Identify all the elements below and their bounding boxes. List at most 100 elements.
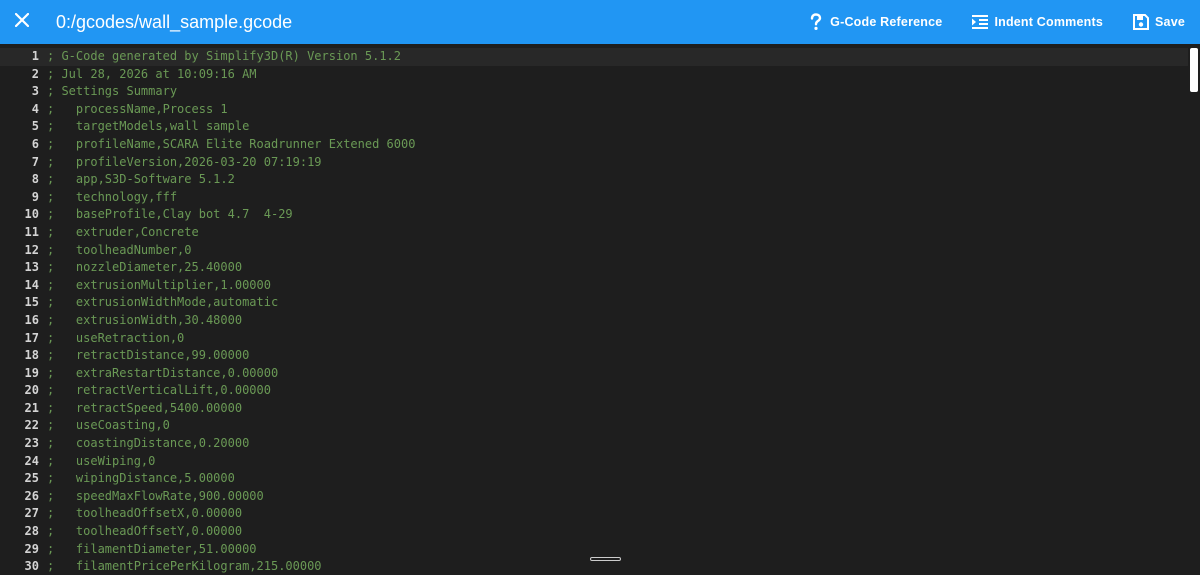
line-number: 3 (31, 84, 39, 99)
editor-toolbar: 0:/gcodes/wall_sample.gcode G-Code Refer… (0, 0, 1200, 44)
line-number: 30 (24, 559, 39, 574)
line-text: ; Settings Summary (47, 84, 178, 99)
code-line[interactable]: 27 ; toolheadOffsetX,0.00000 (0, 505, 1188, 523)
line-text: ; extrusionMultiplier,1.00000 (47, 277, 271, 292)
help-icon (806, 12, 826, 32)
line-number: 14 (24, 277, 39, 292)
line-number: 24 (24, 453, 39, 468)
code-line[interactable]: 13 ; nozzleDiameter,25.40000 (0, 259, 1188, 277)
line-number: 11 (24, 224, 39, 239)
line-text: ; toolheadNumber,0 (47, 242, 192, 257)
indent-comments-button[interactable]: Indent Comments (962, 0, 1111, 44)
line-text: ; extraRestartDistance,0.00000 (47, 365, 279, 380)
code-line[interactable]: 4 ; processName,Process 1 (0, 101, 1188, 119)
save-button[interactable]: Save (1123, 0, 1193, 44)
code-line[interactable]: 14 ; extrusionMultiplier,1.00000 (0, 277, 1188, 295)
code-line[interactable]: 6 ; profileName,SCARA Elite Roadrunner Ex… (0, 136, 1188, 154)
code-line[interactable]: 15 ; extrusionWidthMode,automatic (0, 294, 1188, 312)
line-text: ; coastingDistance,0.20000 (47, 436, 250, 451)
code-editor[interactable]: 1 ; G-Code generated by Simplify3D(R) Ver… (0, 44, 1200, 575)
code-line[interactable]: 22 ; useCoasting,0 (0, 417, 1188, 435)
line-number: 22 (24, 418, 39, 433)
code-line[interactable]: 1 ; G-Code generated by Simplify3D(R) Ver… (0, 48, 1188, 66)
line-number: 7 (31, 154, 39, 169)
toolbar-actions: G-Code Reference Indent Comments Save (798, 0, 1200, 44)
line-number: 26 (24, 488, 39, 503)
code-line[interactable]: 25 ; wipingDistance,5.00000 (0, 470, 1188, 488)
line-text: ; retractSpeed,5400.00000 (47, 400, 243, 415)
line-number: 18 (24, 348, 39, 363)
line-number: 15 (24, 295, 39, 310)
line-text: ; G-Code generated by Simplify3D(R) Vers… (47, 49, 402, 63)
scrollbar-thumb[interactable] (1190, 48, 1198, 92)
line-text: ; useRetraction,0 (47, 330, 185, 345)
line-text: ; toolheadOffsetX,0.00000 (47, 506, 243, 521)
code-line[interactable]: 8 ; app,S3D-Software 5.1.2 (0, 171, 1188, 189)
code-line[interactable]: 16 ; extrusionWidth,30.48000 (0, 312, 1188, 330)
line-text: ; profileVersion,2026-03-20 07:19:19 (47, 154, 322, 169)
line-number: 16 (24, 312, 39, 327)
line-number: 29 (24, 541, 39, 556)
code-line[interactable]: 17 ; useRetraction,0 (0, 330, 1188, 348)
code-line[interactable]: 21 ; retractSpeed,5400.00000 (0, 400, 1188, 418)
gcode-reference-label: G-Code Reference (830, 15, 943, 29)
code-line[interactable]: 19 ; extraRestartDistance,0.00000 (0, 365, 1188, 383)
code-line[interactable]: 29 ; filamentDiameter,51.00000 (0, 541, 1188, 559)
code-line[interactable]: 20 ; retractVerticalLift,0.00000 (0, 382, 1188, 400)
line-number: 25 (24, 471, 39, 486)
line-number: 2 (31, 66, 39, 81)
code-lines: 1 ; G-Code generated by Simplify3D(R) Ver… (0, 48, 1188, 575)
save-label: Save (1155, 15, 1185, 29)
line-text: ; baseProfile,Clay bot 4.7 4-29 (47, 207, 293, 222)
line-text: ; retractDistance,99.00000 (47, 348, 250, 363)
line-text: ; useWiping,0 (47, 453, 156, 468)
code-line[interactable]: 28 ; toolheadOffsetY,0.00000 (0, 523, 1188, 541)
line-number: 13 (24, 260, 39, 275)
line-text: ; speedMaxFlowRate,900.00000 (47, 488, 264, 503)
gcode-reference-button[interactable]: G-Code Reference (798, 0, 950, 44)
code-line[interactable]: 10 ; baseProfile,Clay bot 4.7 4-29 (0, 206, 1188, 224)
code-line[interactable]: 9 ; technology,fff (0, 189, 1188, 207)
line-text: ; toolheadOffsetY,0.00000 (47, 524, 243, 539)
line-number: 12 (24, 242, 39, 257)
line-text: ; wipingDistance,5.00000 (47, 471, 235, 486)
code-line[interactable]: 24 ; useWiping,0 (0, 453, 1188, 471)
line-number: 17 (24, 330, 39, 345)
line-text: ; filamentPricePerKilogram,215.00000 (47, 559, 322, 574)
line-number: 20 (24, 383, 39, 398)
code-line[interactable]: 3 ; Settings Summary (0, 83, 1188, 101)
code-line[interactable]: 11 ; extruder,Concrete (0, 224, 1188, 242)
line-number: 28 (24, 524, 39, 539)
indent-comments-label: Indent Comments (994, 15, 1103, 29)
line-text: ; useCoasting,0 (47, 418, 170, 433)
close-button[interactable] (0, 0, 44, 44)
code-line[interactable]: 7 ; profileVersion,2026-03-20 07:19:19 (0, 154, 1188, 172)
resize-handle[interactable] (590, 557, 621, 561)
line-number: 19 (24, 365, 39, 380)
code-line[interactable]: 26 ; speedMaxFlowRate,900.00000 (0, 488, 1188, 506)
line-number: 6 (31, 136, 39, 151)
line-number: 21 (24, 400, 39, 415)
line-text: ; extrusionWidthMode,automatic (47, 295, 279, 310)
line-text: ; nozzleDiameter,25.40000 (47, 260, 243, 275)
line-text: ; extruder,Concrete (47, 224, 199, 239)
vertical-scrollbar[interactable] (1188, 44, 1200, 575)
code-line[interactable]: 12 ; toolheadNumber,0 (0, 242, 1188, 260)
code-line[interactable]: 23 ; coastingDistance,0.20000 (0, 435, 1188, 453)
line-text: ; Jul 28, 2026 at 10:09:16 AM (47, 66, 257, 81)
line-number: 4 (31, 101, 39, 116)
code-line[interactable]: 18 ; retractDistance,99.00000 (0, 347, 1188, 365)
file-path-title: 0:/gcodes/wall_sample.gcode (56, 11, 293, 32)
indent-icon (970, 12, 990, 32)
line-number: 5 (31, 119, 39, 134)
line-number: 1 (31, 49, 39, 63)
line-text: ; extrusionWidth,30.48000 (47, 312, 243, 327)
code-line[interactable]: 2 ; Jul 28, 2026 at 10:09:16 AM (0, 66, 1188, 84)
line-number: 27 (24, 506, 39, 521)
line-text: ; targetModels,wall sample (47, 119, 250, 134)
line-text: ; profileName,SCARA Elite Roadrunner Ext… (47, 136, 416, 151)
line-number: 9 (31, 189, 39, 204)
save-icon (1131, 12, 1151, 32)
line-text: ; filamentDiameter,51.00000 (47, 541, 257, 556)
code-line[interactable]: 5 ; targetModels,wall sample (0, 118, 1188, 136)
